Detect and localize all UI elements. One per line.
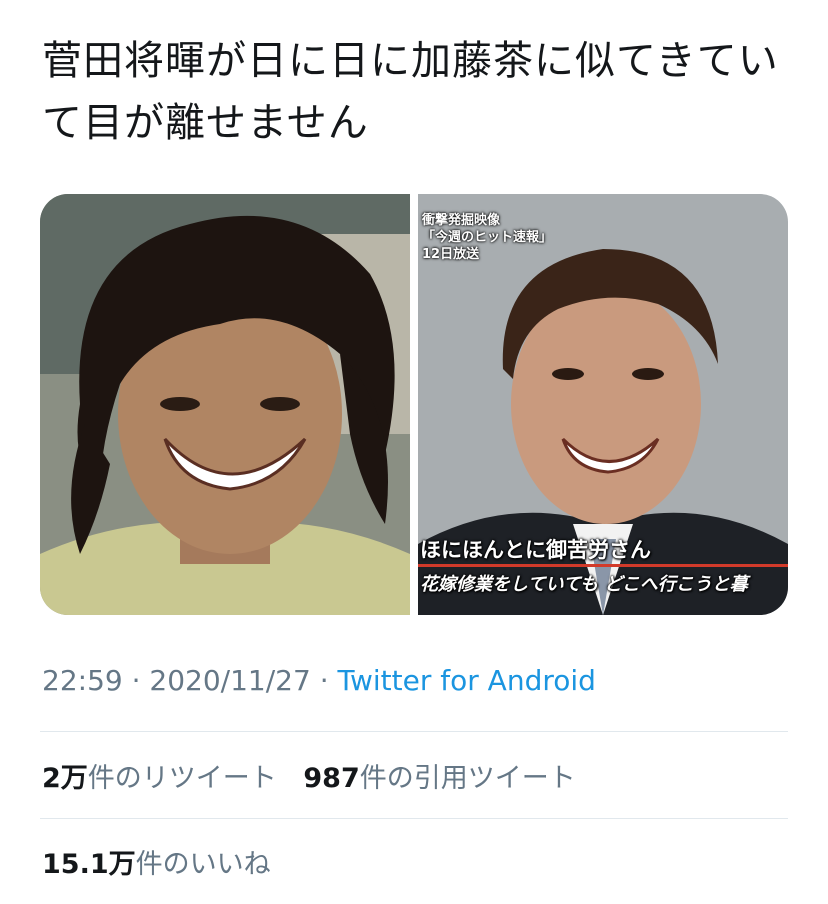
divider — [40, 818, 788, 819]
tweet-date[interactable]: 2020/11/27 — [149, 664, 310, 697]
quotes-label: 件の引用ツイート — [359, 763, 576, 794]
meta-separator: · — [131, 664, 141, 697]
tv-caption: 衝撃発掘映像 「今週のヒット速報」 12日放送 — [422, 212, 552, 263]
tweet-text: 菅田将暉が日に日に加藤茶に似てきていて目が離せません — [42, 38, 779, 146]
stats-row-likes: 15.1万件のいいね — [42, 842, 289, 881]
stats-row-shares: 2万件のリツイート 987件の引用ツイート — [42, 756, 594, 795]
tv-subtitle-1: ほにほんとに御苦労さん — [420, 538, 651, 562]
quotes-count: 987 — [303, 763, 360, 794]
media-grid[interactable]: 衝撃発掘映像 「今週のヒット速報」 12日放送 ほにほんとに御苦労さん 花嫁修業… — [40, 194, 788, 615]
divider — [40, 731, 788, 732]
retweets-count: 2万 — [42, 763, 88, 794]
photo-left[interactable] — [40, 194, 410, 615]
retweets-label: 件のリツイート — [87, 763, 277, 794]
retweets-stat[interactable]: 2万件のリツイート — [42, 756, 277, 795]
tv-caption-line1: 衝撃発掘映像 — [422, 213, 501, 228]
likes-stat[interactable]: 15.1万件のいいね — [42, 842, 271, 881]
meta-separator-2: · — [319, 664, 329, 697]
quotes-stat[interactable]: 987件の引用ツイート — [303, 756, 575, 795]
tweet-time: 22:59 — [42, 664, 123, 697]
photo-right[interactable]: 衝撃発掘映像 「今週のヒット速報」 12日放送 ほにほんとに御苦労さん 花嫁修業… — [418, 194, 788, 615]
tweet-source-link[interactable]: Twitter for Android — [338, 664, 596, 697]
tv-subtitle-2: 花嫁修業をしていても どこへ行こうと暮 — [420, 574, 748, 595]
tv-caption-line2: 「今週のヒット速報」 — [422, 230, 553, 245]
tweet-meta: 22:59 · 2020/11/27 · Twitter for Android — [42, 664, 596, 697]
likes-label: 件のいいね — [135, 849, 271, 880]
tv-caption-line3: 12日放送 — [422, 247, 480, 262]
photo-left-image — [40, 194, 410, 615]
likes-count: 15.1万 — [42, 849, 136, 880]
